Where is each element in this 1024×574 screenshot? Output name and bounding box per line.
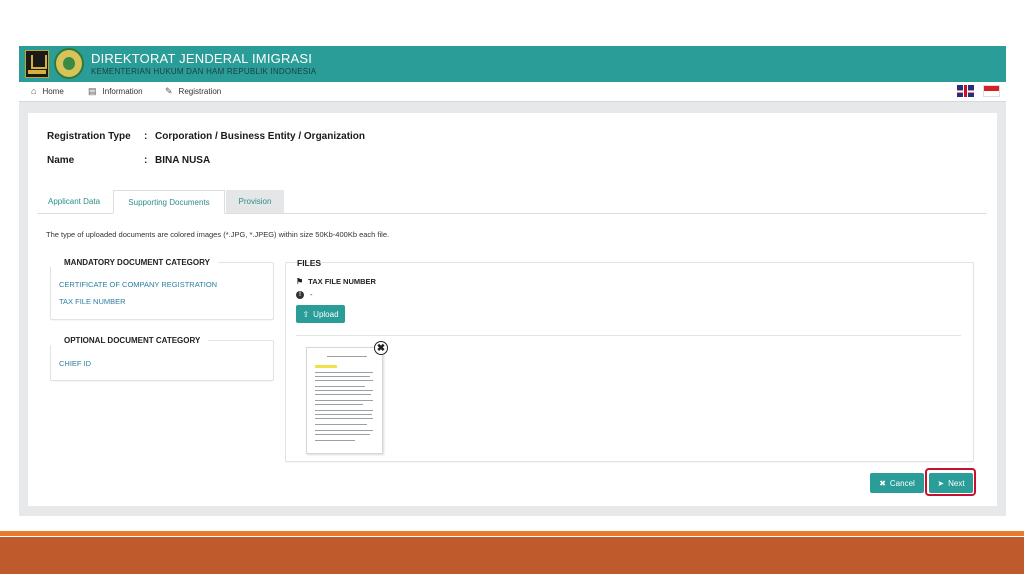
book-icon: ▤ <box>88 86 97 96</box>
upload-button[interactable]: ⇧ Upload <box>296 305 345 323</box>
en-flag-icon[interactable] <box>957 85 974 97</box>
nav-home-label: Home <box>42 86 64 96</box>
nav-information[interactable]: ▤ Information <box>88 86 143 97</box>
upload-icon: ⇧ <box>302 309 310 319</box>
header-title: DIREKTORAT JENDERAL IMIGRASI <box>91 51 313 66</box>
tag-icon: ⚑ <box>296 277 304 286</box>
cancel-label: Cancel <box>889 478 915 488</box>
ministry-logo <box>25 50 49 78</box>
registration-type-label: Registration Type <box>47 131 131 142</box>
doc-link-chief-id[interactable]: CHIEF ID <box>59 359 91 368</box>
info-icon: ! <box>296 290 304 299</box>
nav-home[interactable]: ⌂ Home <box>31 86 64 96</box>
optional-title-rule <box>208 340 266 341</box>
nav-information-label: Information <box>102 87 143 96</box>
cancel-button[interactable]: ✖ Cancel <box>870 473 924 493</box>
pencil-icon: ✎ <box>165 86 173 96</box>
uploaded-document-thumbnail[interactable] <box>306 347 383 454</box>
optional-title: OPTIONAL DOCUMENT CATEGORY <box>50 336 209 345</box>
mandatory-title-rule <box>218 262 266 263</box>
info-value: - <box>310 290 313 299</box>
header-subtitle: KEMENTERIAN HUKUM DAN HAM REPUBLIK INDON… <box>91 67 317 76</box>
registration-type-colon: : <box>144 131 148 142</box>
name-value: BINA NUSA <box>155 155 211 166</box>
doc-link-tax-file-number[interactable]: TAX FILE NUMBER <box>59 297 126 306</box>
upload-note: The type of uploaded documents are color… <box>46 230 390 239</box>
close-icon: ✖ <box>879 478 886 488</box>
next-button-highlight <box>925 468 976 496</box>
selected-document-row: ⚑ TAX FILE NUMBER <box>296 277 376 286</box>
upload-label: Upload <box>313 309 339 319</box>
info-row: ! - <box>296 290 313 299</box>
name-colon: : <box>144 155 148 166</box>
selected-document-name: TAX FILE NUMBER <box>308 277 376 286</box>
doc-link-certificate[interactable]: CERTIFICATE OF COMPANY REGISTRATION <box>59 280 217 289</box>
mandatory-title: MANDATORY DOCUMENT CATEGORY <box>50 258 218 267</box>
nav-registration[interactable]: ✎ Registration <box>165 86 221 97</box>
id-flag-icon[interactable] <box>983 85 1000 97</box>
files-panel <box>285 262 974 462</box>
name-label: Name <box>47 155 75 166</box>
immigration-emblem-logo <box>54 48 84 79</box>
tab-applicant-data[interactable]: Applicant Data <box>37 190 111 213</box>
tab-supporting-documents[interactable]: Supporting Documents <box>113 190 225 214</box>
footer-bar <box>0 537 1024 574</box>
home-icon: ⌂ <box>31 86 37 96</box>
nav-registration-label: Registration <box>178 87 222 96</box>
footer-accent-bar <box>0 531 1024 536</box>
registration-type-value: Corporation / Business Entity / Organiza… <box>155 131 366 142</box>
mandatory-panel <box>50 262 274 320</box>
tab-provision[interactable]: Provision <box>226 190 284 213</box>
remove-file-icon[interactable]: ✖ <box>374 341 388 355</box>
files-separator <box>296 335 961 336</box>
files-title: FILES <box>297 258 322 268</box>
